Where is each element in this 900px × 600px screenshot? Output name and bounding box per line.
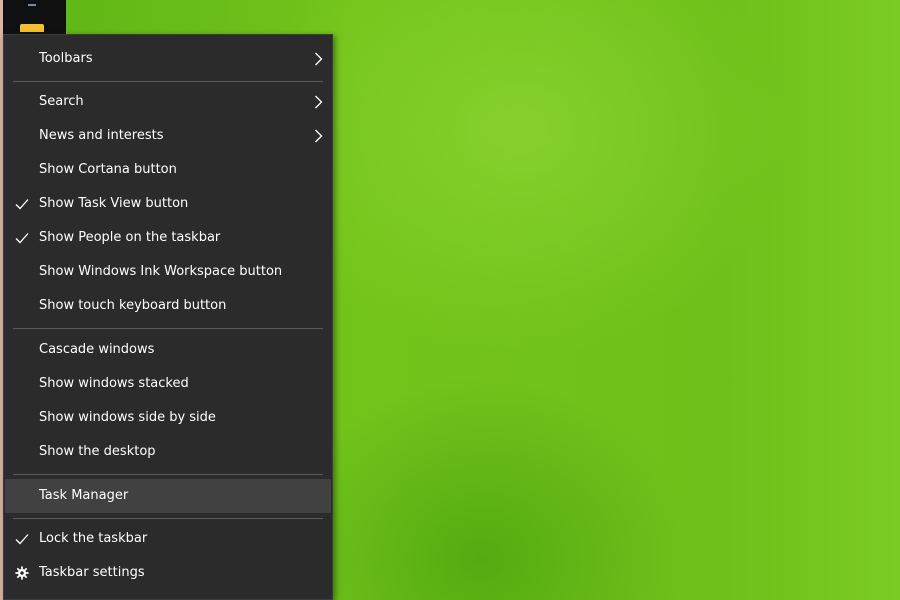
menu-item-label: Show the desktop bbox=[39, 444, 156, 459]
menu-item-news-and-interests[interactable]: News and interests bbox=[5, 119, 331, 153]
menu-item-show-the-desktop[interactable]: Show the desktop bbox=[5, 435, 331, 469]
menu-item-label: Show windows side by side bbox=[39, 410, 216, 425]
desktop-background-edge bbox=[780, 0, 900, 600]
menu-item-label: Taskbar settings bbox=[39, 565, 145, 580]
menu-item-task-manager[interactable]: Task Manager bbox=[5, 479, 331, 513]
menu-item-label: Show Cortana button bbox=[39, 162, 177, 177]
menu-item-show-windows-stacked[interactable]: Show windows stacked bbox=[5, 367, 331, 401]
menu-item-toolbars[interactable]: Toolbars bbox=[5, 42, 331, 76]
menu-item-search[interactable]: Search bbox=[5, 85, 331, 119]
menu-item-label: Cascade windows bbox=[39, 342, 155, 357]
menu-item-label: Lock the taskbar bbox=[39, 531, 148, 546]
menu-item-show-touch-keyboard-button[interactable]: Show touch keyboard button bbox=[5, 289, 331, 323]
menu-item-show-windows-ink-workspace-button[interactable]: Show Windows Ink Workspace button bbox=[5, 255, 331, 289]
chevron-right-icon bbox=[315, 52, 323, 66]
menu-item-label: Show Windows Ink Workspace button bbox=[39, 264, 283, 279]
checkmark-icon bbox=[15, 199, 29, 210]
menu-separator bbox=[13, 328, 323, 329]
menu-separator bbox=[13, 81, 323, 82]
menu-item-show-task-view-button[interactable]: Show Task View button bbox=[5, 187, 331, 221]
taskbar-context-menu: Toolbars Search News and interests Show … bbox=[3, 34, 333, 600]
checkmark-icon bbox=[15, 534, 29, 545]
menu-item-label: Show People on the taskbar bbox=[39, 230, 221, 245]
taskbar-app-icon-partial[interactable] bbox=[28, 0, 36, 6]
menu-item-lock-the-taskbar[interactable]: Lock the taskbar bbox=[5, 522, 331, 556]
menu-item-label: News and interests bbox=[39, 128, 164, 143]
menu-item-label: Show touch keyboard button bbox=[39, 298, 227, 313]
menu-item-show-people-on-the-taskbar[interactable]: Show People on the taskbar bbox=[5, 221, 331, 255]
gear-icon bbox=[15, 566, 29, 580]
menu-separator bbox=[13, 518, 323, 519]
menu-item-label: Task Manager bbox=[39, 488, 129, 503]
menu-item-show-windows-side-by-side[interactable]: Show windows side by side bbox=[5, 401, 331, 435]
menu-item-label: Show Task View button bbox=[39, 196, 189, 211]
menu-item-label: Toolbars bbox=[39, 51, 93, 66]
menu-item-show-cortana-button[interactable]: Show Cortana button bbox=[5, 153, 331, 187]
menu-item-label: Show windows stacked bbox=[39, 376, 189, 391]
chevron-right-icon bbox=[315, 129, 323, 143]
menu-separator bbox=[13, 474, 323, 475]
chevron-right-icon bbox=[315, 95, 323, 109]
menu-item-cascade-windows[interactable]: Cascade windows bbox=[5, 333, 331, 367]
checkmark-icon bbox=[15, 233, 29, 244]
menu-item-taskbar-settings[interactable]: Taskbar settings bbox=[5, 556, 331, 590]
menu-item-label: Search bbox=[39, 94, 84, 109]
folder-icon[interactable] bbox=[20, 24, 44, 32]
